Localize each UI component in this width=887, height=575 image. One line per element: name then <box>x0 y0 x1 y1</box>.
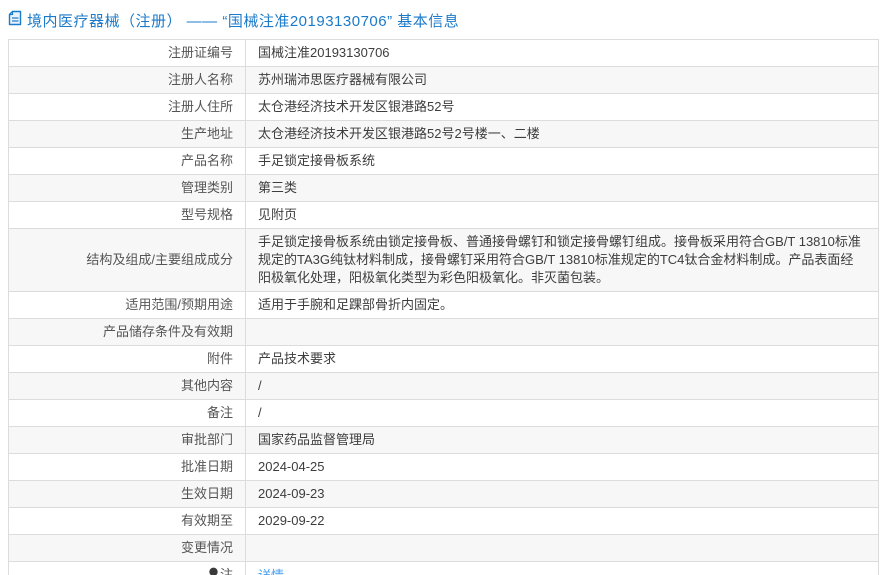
note-label: 注 <box>219 567 233 575</box>
row-label: 产品储存条件及有效期 <box>8 318 246 346</box>
row-label: 注册证编号 <box>8 39 246 67</box>
row-label: 产品名称 <box>8 147 246 175</box>
table-row: 注 详情 <box>8 561 879 575</box>
row-value: 手足锁定接骨板系统由锁定接骨板、普通接骨螺钉和锁定接骨螺钉组成。接骨板采用符合G… <box>245 228 879 292</box>
row-value: 国械注准20193130706 <box>245 39 879 67</box>
row-value: 2024-04-25 <box>245 453 879 481</box>
row-label: 批准日期 <box>8 453 246 481</box>
table-row: 产品名称 手足锁定接骨板系统 <box>8 147 879 175</box>
row-label: 生产地址 <box>8 120 246 148</box>
table-row: 注册证编号 国械注准20193130706 <box>8 39 879 67</box>
table-row: 产品储存条件及有效期 <box>8 318 879 346</box>
row-label: 审批部门 <box>8 426 246 454</box>
row-value: 太仓港经济技术开发区银港路52号2号楼一、二楼 <box>245 120 879 148</box>
table-row: 变更情况 <box>8 534 879 562</box>
row-label: 管理类别 <box>8 174 246 202</box>
table-row: 附件 产品技术要求 <box>8 345 879 373</box>
table-row: 批准日期 2024-04-25 <box>8 453 879 481</box>
table-row: 管理类别 第三类 <box>8 174 879 202</box>
table-row: 审批部门 国家药品监督管理局 <box>8 426 879 454</box>
row-label: 型号规格 <box>8 201 246 229</box>
row-value: 产品技术要求 <box>245 345 879 373</box>
row-label: 附件 <box>8 345 246 373</box>
lightbulb-icon <box>208 567 219 575</box>
row-label: 有效期至 <box>8 507 246 535</box>
table-row: 结构及组成/主要组成成分 手足锁定接骨板系统由锁定接骨板、普通接骨螺钉和锁定接骨… <box>8 228 879 292</box>
table-row: 生效日期 2024-09-23 <box>8 480 879 508</box>
row-value <box>245 318 879 346</box>
row-label: 注册人住所 <box>8 93 246 121</box>
table-row: 适用范围/预期用途 适用于手腕和足踝部骨折内固定。 <box>8 291 879 319</box>
row-value: 手足锁定接骨板系统 <box>245 147 879 175</box>
row-value: / <box>245 372 879 400</box>
table-row: 备注 / <box>8 399 879 427</box>
table-row: 其他内容 / <box>8 372 879 400</box>
page-title: 境内医疗器械（注册） —— “国械注准20193130706” 基本信息 <box>27 13 460 30</box>
table-row: 注册人住所 太仓港经济技术开发区银港路52号 <box>8 93 879 121</box>
table-row: 生产地址 太仓港经济技术开发区银港路52号2号楼一、二楼 <box>8 120 879 148</box>
row-value: 第三类 <box>245 174 879 202</box>
row-label: 生效日期 <box>8 480 246 508</box>
page-header: 境内医疗器械（注册） —— “国械注准20193130706” 基本信息 <box>0 0 887 39</box>
row-value: 国家药品监督管理局 <box>245 426 879 454</box>
table-row: 有效期至 2029-09-22 <box>8 507 879 535</box>
row-label: 注册人名称 <box>8 66 246 94</box>
row-label: 变更情况 <box>8 534 246 562</box>
table-row: 型号规格 见附页 <box>8 201 879 229</box>
row-value: 2024-09-23 <box>245 480 879 508</box>
row-label: 注 <box>8 561 246 575</box>
row-value: 见附页 <box>245 201 879 229</box>
row-label: 备注 <box>8 399 246 427</box>
row-value: 适用于手腕和足踝部骨折内固定。 <box>245 291 879 319</box>
row-label: 其他内容 <box>8 372 246 400</box>
row-value: / <box>245 399 879 427</box>
row-value: 2029-09-22 <box>245 507 879 535</box>
document-icon <box>8 10 22 31</box>
row-label: 结构及组成/主要组成成分 <box>8 228 246 292</box>
detail-link[interactable]: 详情 <box>258 568 284 575</box>
row-value: 详情 <box>245 561 879 575</box>
registration-info-table: 注册证编号 国械注准20193130706 注册人名称 苏州瑞沛思医疗器械有限公… <box>8 39 879 575</box>
table-row: 注册人名称 苏州瑞沛思医疗器械有限公司 <box>8 66 879 94</box>
row-value: 苏州瑞沛思医疗器械有限公司 <box>245 66 879 94</box>
row-value: 太仓港经济技术开发区银港路52号 <box>245 93 879 121</box>
row-value <box>245 534 879 562</box>
row-label: 适用范围/预期用途 <box>8 291 246 319</box>
